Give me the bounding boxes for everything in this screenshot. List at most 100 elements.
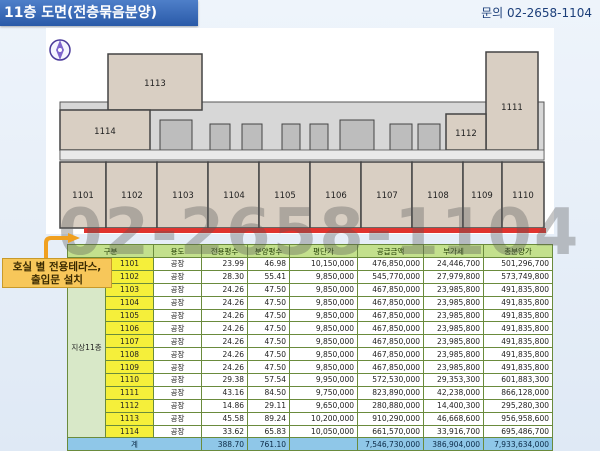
supply-amount-cell: 467,850,000: [357, 321, 424, 336]
floor-plan-drawing: 1113 1114 1111 1112 1101 1102 1103 1104 …: [49, 39, 546, 233]
total-price: 7,933,634,000: [483, 437, 553, 451]
total-price-cell: 491,835,800: [483, 347, 553, 362]
unit-price-cell: 9,850,000: [289, 334, 358, 349]
total-price-cell: 601,883,300: [483, 373, 553, 387]
unit-cell: 1102: [105, 269, 154, 284]
unit-label-1101: 1101: [72, 191, 94, 201]
table-total-row: 계 388.70 761.10 7,546,730,000 386,904,000 7,9…: [67, 437, 553, 451]
usage-cell: 공장: [153, 295, 202, 310]
table-row: 1108 공장 24.26 47.50 9,850,000 467,850,000 23,9…: [68, 347, 553, 362]
unit-price-cell: 9,850,000: [289, 321, 358, 336]
unit-cell: 1108: [105, 347, 154, 362]
usage-cell: 공장: [153, 308, 202, 323]
unit-label-1113: 1113: [144, 79, 166, 89]
usage-cell: 공장: [153, 373, 202, 387]
total-price-cell: 695,486,700: [483, 424, 553, 439]
total-price-cell: 491,835,800: [483, 282, 553, 297]
unit-cell: 1101: [105, 257, 154, 271]
sales-price-table: 구분 용도 전용평수 분양평수 평단가 공급금액 부가세 총분양가 지상11층 1…: [67, 244, 553, 451]
table-row: 1113 공장 45.58 89.24 10,200,000 910,290,000 46,…: [68, 411, 553, 426]
supply-amount-cell: 280,880,000: [357, 398, 424, 413]
terrace-note: 호실 별 전용테라스, 출입문 설치: [2, 258, 112, 288]
table-row: 1104 공장 24.26 47.50 9,850,000 467,850,000 23,9…: [68, 295, 553, 310]
vat-cell: 23,985,800: [423, 282, 484, 297]
unit-cell: 1109: [105, 360, 154, 375]
unit-price-cell: 9,850,000: [289, 295, 358, 310]
sale-area-cell: 29.11: [247, 398, 290, 413]
exclusive-area-cell: 24.26: [201, 334, 248, 349]
total-price-cell: 295,280,300: [483, 398, 553, 413]
supply-amount-cell: 823,890,000: [357, 385, 424, 400]
exclusive-area-cell: 24.26: [201, 347, 248, 362]
unit-cell: 1104: [105, 295, 154, 310]
exclusive-area-cell: 23.99: [201, 257, 248, 271]
vat-cell: 33,916,700: [423, 424, 484, 439]
exclusive-area-cell: 43.16: [201, 385, 248, 400]
exclusive-area-cell: 24.26: [201, 282, 248, 297]
exclusive-area-cell: 14.86: [201, 398, 248, 413]
supply-amount-cell: 467,850,000: [357, 282, 424, 297]
sale-area-cell: 47.50: [247, 334, 290, 349]
sale-area-cell: 84.50: [247, 385, 290, 400]
sale-area-cell: 46.98: [247, 257, 290, 271]
sale-area-cell: 47.50: [247, 295, 290, 310]
table-row: 1111 공장 43.16 84.50 9,750,000 823,890,000 42,2…: [68, 385, 553, 400]
supply-amount-cell: 661,570,000: [357, 424, 424, 439]
exclusive-area-cell: 24.26: [201, 295, 248, 310]
total-price-cell: 501,296,700: [483, 257, 553, 271]
unit-label-1105: 1105: [274, 191, 296, 201]
supply-amount-cell: 467,850,000: [357, 347, 424, 362]
header-usage: 용도: [153, 244, 202, 258]
unit-cell: 1107: [105, 334, 154, 349]
header-total-price: 총분양가: [483, 244, 553, 258]
sale-area-cell: 57.54: [247, 373, 290, 387]
usage-cell: 공장: [153, 282, 202, 297]
sale-area-cell: 89.24: [247, 411, 290, 426]
table-row: 1112 공장 14.86 29.11 9,650,000 280,880,000 14,4…: [68, 398, 553, 413]
vat-cell: 27,979,800: [423, 269, 484, 284]
header-supply-amount: 공급금액: [357, 244, 424, 258]
unit-label-1108: 1108: [427, 191, 449, 201]
unit-label-1102: 1102: [121, 191, 143, 201]
exclusive-area-cell: 33.62: [201, 424, 248, 439]
usage-cell: 공장: [153, 360, 202, 375]
header-vat: 부가세: [423, 244, 484, 258]
supply-amount-cell: 572,530,000: [357, 373, 424, 387]
table-row: 1105 공장 24.26 47.50 9,850,000 467,850,000 23,9…: [68, 308, 553, 323]
unit-price-cell: 9,850,000: [289, 282, 358, 297]
unit-label-1111: 1111: [501, 103, 523, 113]
total-price-cell: 491,835,800: [483, 360, 553, 375]
top-bar: 11층 도면(전층묶음분양) 문의 02-2658-1104: [0, 0, 600, 26]
usage-cell: 공장: [153, 334, 202, 349]
unit-price-cell: 9,750,000: [289, 385, 358, 400]
sale-area-cell: 47.50: [247, 360, 290, 375]
page-title: 11층 도면(전층묶음분양): [0, 0, 198, 26]
exclusive-area-cell: 29.38: [201, 373, 248, 387]
vat-cell: 14,400,300: [423, 398, 484, 413]
total-label: 계: [67, 437, 202, 451]
floor-plan: 1113 1114 1111 1112 1101 1102 1103 1104 …: [46, 28, 554, 234]
supply-amount-cell: 476,850,000: [357, 257, 424, 271]
unit-cell: 1114: [105, 424, 154, 439]
sale-area-cell: 47.50: [247, 308, 290, 323]
vat-cell: 24,446,700: [423, 257, 484, 271]
arrow-icon: [44, 233, 80, 259]
unit-price-cell: 10,150,000: [289, 257, 358, 271]
total-price-cell: 491,835,800: [483, 334, 553, 349]
total-sale-area: 761.10: [247, 437, 290, 451]
header-unit-price: 평단가: [289, 244, 358, 258]
vat-cell: 29,353,300: [423, 373, 484, 387]
total-price-cell: 956,958,600: [483, 411, 553, 426]
unit-cell: 1113: [105, 411, 154, 426]
unit-label-1104: 1104: [223, 191, 245, 201]
table-row: 1110 공장 29.38 57.54 9,950,000 572,530,000 29,3…: [68, 373, 553, 387]
header-exclusive-area: 전용평수: [201, 244, 248, 258]
vat-cell: 23,985,800: [423, 334, 484, 349]
unit-price-cell: 10,050,000: [289, 424, 358, 439]
table-row: 1109 공장 24.26 47.50 9,850,000 467,850,000 23,9…: [68, 360, 553, 375]
table-row: 1106 공장 24.26 47.50 9,850,000 467,850,000 23,9…: [68, 321, 553, 336]
unit-label-1110: 1110: [512, 191, 534, 201]
unit-price-cell: 9,950,000: [289, 373, 358, 387]
table-row: 지상11층 1101 공장 23.99 46.98 10,150,000 476,850,0…: [67, 256, 553, 439]
supply-amount-cell: 910,290,000: [357, 411, 424, 426]
